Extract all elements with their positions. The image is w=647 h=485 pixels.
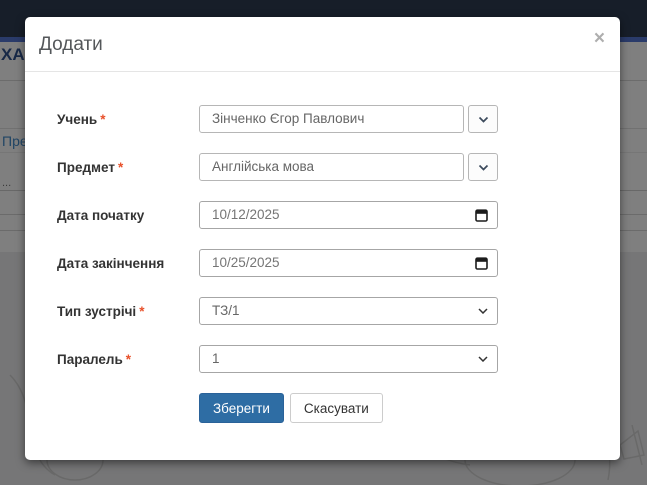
form-row-student: Учень* Зінченко Єгор Павлович (57, 105, 590, 133)
student-label-text: Учень (57, 112, 97, 127)
close-icon[interactable]: × (594, 29, 605, 48)
dialog-title: Додати (39, 34, 103, 56)
form-row-meeting-type: Тип зустрічі* ТЗ/1 (57, 297, 590, 325)
start-date-input[interactable]: 10/12/2025 (199, 201, 498, 229)
dialog-body: Учень* Зінченко Єгор Павлович Предмет* А… (25, 72, 620, 423)
required-marker: * (118, 160, 123, 175)
dialog-header: Додати × (25, 17, 620, 72)
start-date-label: Дата початку (57, 208, 199, 223)
required-marker: * (139, 304, 144, 319)
student-select-value[interactable]: Зінченко Єгор Павлович (199, 105, 464, 133)
form-row-end-date: Дата закінчення 10/25/2025 (57, 249, 590, 277)
form-row-subject: Предмет* Англійська мова (57, 153, 590, 181)
form-row-start-date: Дата початку 10/12/2025 (57, 201, 590, 229)
end-date-label-text: Дата закінчення (57, 256, 164, 271)
student-label: Учень* (57, 112, 199, 127)
parallel-label-text: Паралель (57, 352, 123, 367)
parallel-value: 1 (212, 346, 220, 372)
required-marker: * (100, 112, 105, 127)
end-date-label: Дата закінчення (57, 256, 199, 271)
save-button[interactable]: Зберегти (199, 393, 284, 423)
dialog-actions: Зберегти Скасувати (199, 393, 590, 423)
meeting-type-value: ТЗ/1 (212, 298, 240, 324)
subject-label-text: Предмет (57, 160, 115, 175)
chevron-down-icon (478, 308, 488, 314)
end-date-value: 10/25/2025 (212, 250, 280, 276)
calendar-icon[interactable] (475, 208, 488, 222)
subject-select-toggle[interactable] (468, 153, 498, 181)
chevron-down-icon (478, 116, 489, 123)
student-select[interactable]: Зінченко Єгор Павлович (199, 105, 498, 133)
start-date-label-text: Дата початку (57, 208, 144, 223)
required-marker: * (126, 352, 131, 367)
chevron-down-icon (478, 356, 488, 362)
start-date-value: 10/12/2025 (212, 202, 280, 228)
meeting-type-label: Тип зустрічі* (57, 304, 199, 319)
form-row-parallel: Паралель* 1 (57, 345, 590, 373)
subject-select-value[interactable]: Англійська мова (199, 153, 464, 181)
add-dialog: Додати × Учень* Зінченко Єгор Павлович П… (25, 17, 620, 460)
parallel-label: Паралель* (57, 352, 199, 367)
parallel-select[interactable]: 1 (199, 345, 498, 373)
chevron-down-icon (478, 164, 489, 171)
meeting-type-select[interactable]: ТЗ/1 (199, 297, 498, 325)
cancel-button[interactable]: Скасувати (290, 393, 383, 423)
subject-select[interactable]: Англійська мова (199, 153, 498, 181)
subject-label: Предмет* (57, 160, 199, 175)
student-select-toggle[interactable] (468, 105, 498, 133)
end-date-input[interactable]: 10/25/2025 (199, 249, 498, 277)
meeting-type-label-text: Тип зустрічі (57, 304, 136, 319)
calendar-icon[interactable] (475, 256, 488, 270)
